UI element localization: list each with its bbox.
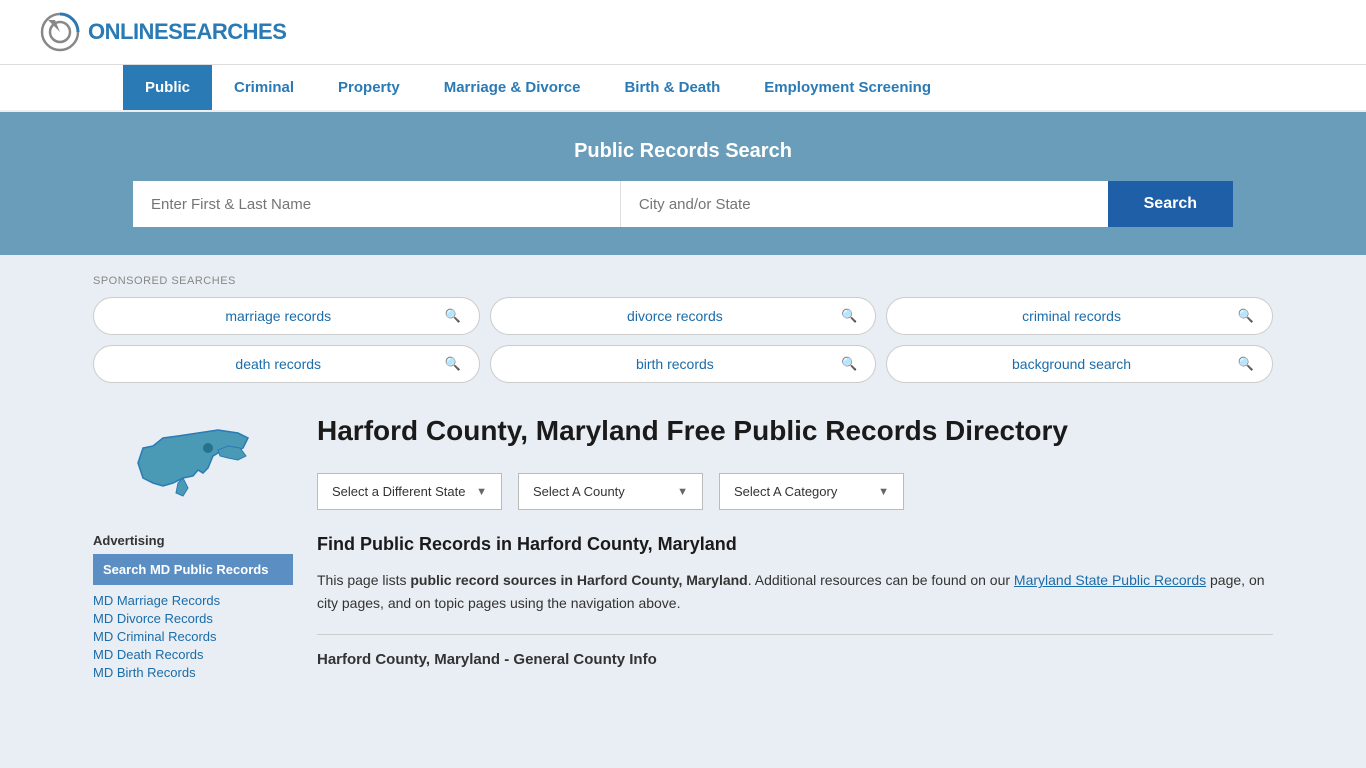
name-search-input[interactable] — [133, 181, 621, 227]
state-dropdown-arrow: ▼ — [476, 486, 487, 498]
sponsored-link-divorce[interactable]: divorce records — [509, 308, 841, 324]
category-dropdown[interactable]: Select A Category ▼ — [719, 473, 904, 510]
maryland-map — [128, 413, 258, 513]
sponsored-link-death[interactable]: death records — [112, 356, 444, 372]
sponsored-link-background[interactable]: background search — [905, 356, 1237, 372]
sidebar-links: MD Marriage Records MD Divorce Records M… — [93, 593, 293, 680]
search-icon-background: 🔍 — [1238, 356, 1254, 372]
nav-item-birth-death[interactable]: Birth & Death — [602, 65, 742, 110]
find-desc-part2: . Additional resources can be found on o… — [748, 572, 1014, 588]
sidebar-link-divorce[interactable]: MD Divorce Records — [93, 611, 293, 626]
state-dropdown-label: Select a Different State — [332, 484, 465, 499]
find-description: This page lists public record sources in… — [317, 569, 1273, 614]
search-banner-title: Public Records Search — [40, 140, 1326, 163]
sponsored-item-divorce[interactable]: divorce records 🔍 — [490, 297, 877, 335]
county-dropdown-label: Select A County — [533, 484, 625, 499]
map-area — [93, 413, 293, 513]
sponsored-item-death[interactable]: death records 🔍 — [93, 345, 480, 383]
nav-item-employment[interactable]: Employment Screening — [742, 65, 953, 110]
sponsored-link-criminal[interactable]: criminal records — [905, 308, 1237, 324]
sponsored-grid: marriage records 🔍 divorce records 🔍 cri… — [93, 297, 1273, 383]
sidebar-link-birth[interactable]: MD Birth Records — [93, 665, 293, 680]
main-nav: Public Criminal Property Marriage & Divo… — [0, 65, 1366, 112]
sidebar-link-marriage[interactable]: MD Marriage Records — [93, 593, 293, 608]
sponsored-item-birth[interactable]: birth records 🔍 — [490, 345, 877, 383]
search-button[interactable]: Search — [1108, 181, 1233, 227]
search-form: Search — [133, 181, 1233, 227]
county-dropdown-arrow: ▼ — [677, 486, 688, 498]
header: ONLINESEARCHES — [0, 0, 1366, 65]
search-banner: Public Records Search Search — [0, 112, 1366, 255]
sidebar-link-death[interactable]: MD Death Records — [93, 647, 293, 662]
section-subtitle: Harford County, Maryland - General Count… — [317, 651, 1273, 668]
logo-icon — [40, 12, 80, 52]
county-dropdown[interactable]: Select A County ▼ — [518, 473, 703, 510]
location-search-input[interactable] — [621, 181, 1108, 227]
sidebar-ad-label: Advertising — [93, 533, 293, 548]
sponsored-link-birth[interactable]: birth records — [509, 356, 841, 372]
sponsored-link-marriage[interactable]: marriage records — [112, 308, 444, 324]
main-container: SPONSORED SEARCHES marriage records 🔍 di… — [63, 255, 1303, 703]
main-content: Harford County, Maryland Free Public Rec… — [317, 413, 1273, 683]
search-icon-divorce: 🔍 — [841, 308, 857, 324]
search-icon-death: 🔍 — [444, 356, 460, 372]
sponsored-item-criminal[interactable]: criminal records 🔍 — [886, 297, 1273, 335]
find-title: Find Public Records in Harford County, M… — [317, 534, 1273, 555]
sidebar: Advertising Search MD Public Records MD … — [93, 413, 293, 683]
dropdowns-row: Select a Different State ▼ Select A Coun… — [317, 473, 1273, 510]
find-desc-part1: This page lists — [317, 572, 410, 588]
sponsored-item-background[interactable]: background search 🔍 — [886, 345, 1273, 383]
search-icon-criminal: 🔍 — [1238, 308, 1254, 324]
content-area: Advertising Search MD Public Records MD … — [93, 413, 1273, 683]
search-icon-birth: 🔍 — [841, 356, 857, 372]
state-dropdown[interactable]: Select a Different State ▼ — [317, 473, 502, 510]
category-dropdown-arrow: ▼ — [878, 486, 889, 498]
sidebar-ad-item[interactable]: Search MD Public Records — [93, 554, 293, 585]
state-records-link[interactable]: Maryland State Public Records — [1014, 572, 1206, 588]
page-title: Harford County, Maryland Free Public Rec… — [317, 413, 1273, 449]
section-divider — [317, 634, 1273, 635]
find-desc-bold: public record sources in Harford County,… — [410, 572, 747, 588]
logo[interactable]: ONLINESEARCHES — [40, 12, 286, 52]
nav-item-criminal[interactable]: Criminal — [212, 65, 316, 110]
sponsored-item-marriage[interactable]: marriage records 🔍 — [93, 297, 480, 335]
nav-item-property[interactable]: Property — [316, 65, 422, 110]
category-dropdown-label: Select A Category — [734, 484, 837, 499]
search-icon-marriage: 🔍 — [444, 308, 460, 324]
logo-text: ONLINESEARCHES — [88, 19, 286, 45]
sponsored-label: SPONSORED SEARCHES — [93, 275, 1273, 287]
nav-item-marriage-divorce[interactable]: Marriage & Divorce — [422, 65, 603, 110]
sidebar-link-criminal[interactable]: MD Criminal Records — [93, 629, 293, 644]
nav-item-public[interactable]: Public — [123, 65, 212, 110]
